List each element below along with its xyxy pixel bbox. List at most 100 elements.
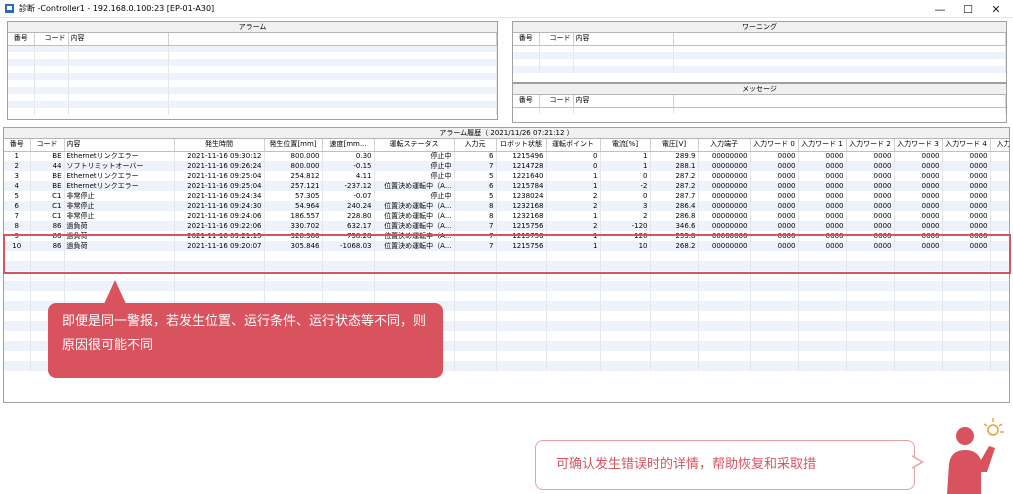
history-empty-cell bbox=[650, 331, 699, 341]
alarm-col-code[interactable]: コード bbox=[34, 33, 69, 46]
history-cell: 257.121 bbox=[264, 181, 323, 191]
message-col-content[interactable]: 内容 bbox=[573, 95, 674, 108]
history-cell: 254.812 bbox=[264, 171, 323, 181]
history-col-15[interactable]: 入力ワード 2 bbox=[846, 139, 895, 152]
message-table[interactable]: 番号 コード 内容 bbox=[513, 95, 1006, 114]
history-cell: 0000 bbox=[846, 181, 895, 191]
history-empty-cell bbox=[454, 351, 497, 361]
history-cell: 286.4 bbox=[650, 201, 699, 211]
history-cell: 186.557 bbox=[264, 211, 323, 221]
history-empty-cell bbox=[546, 351, 601, 361]
history-cell: 287.2 bbox=[650, 181, 699, 191]
history-col-18[interactable]: 入力ワー bbox=[990, 139, 1009, 152]
history-col-13[interactable]: 入力ワード 0 bbox=[750, 139, 799, 152]
minimize-button[interactable]: — bbox=[926, 0, 954, 18]
history-empty-row bbox=[4, 291, 1009, 301]
history-empty-cell bbox=[546, 291, 601, 301]
history-empty-cell bbox=[698, 321, 751, 331]
history-cell: 2021-11-16 09:22:06 bbox=[174, 221, 265, 231]
history-col-11[interactable]: 電圧[V] bbox=[650, 139, 699, 152]
alarm-panel-title: アラーム bbox=[8, 22, 497, 33]
history-empty-cell bbox=[600, 321, 651, 331]
history-col-3[interactable]: 発生時間 bbox=[174, 139, 265, 152]
history-col-5[interactable]: 速度[mm... bbox=[322, 139, 375, 152]
history-cell: 00000000 bbox=[698, 201, 751, 211]
history-col-1[interactable]: コード bbox=[30, 139, 65, 152]
history-row[interactable]: 1 BE Ethernetリンクエラー 2021-11-16 09:30:12 800.… bbox=[4, 151, 1009, 161]
history-cell: 0 bbox=[546, 161, 601, 171]
history-empty-cell bbox=[496, 301, 547, 311]
history-cell: 0000 bbox=[750, 161, 799, 171]
history-row[interactable]: 7 C1 非常停止 2021-11-16 09:24:06 186.557 228.80 位… bbox=[4, 211, 1009, 221]
history-empty-cell bbox=[846, 351, 895, 361]
history-cell: 1 bbox=[546, 211, 601, 221]
history-cell: Ethernetリンクエラー bbox=[64, 181, 175, 191]
history-cell: ソフトリミットオーバー bbox=[64, 161, 175, 171]
history-cell: 0000 bbox=[942, 211, 991, 221]
history-col-8[interactable]: ロボット状態 bbox=[496, 139, 547, 152]
warning-col-number[interactable]: 番号 bbox=[513, 33, 540, 46]
history-col-16[interactable]: 入力ワード 3 bbox=[894, 139, 943, 152]
history-empty-cell bbox=[750, 281, 799, 291]
close-button[interactable]: ✕ bbox=[982, 0, 1010, 18]
history-cell: 0000 bbox=[942, 221, 991, 231]
history-empty-cell bbox=[264, 281, 323, 291]
history-empty-cell bbox=[174, 281, 265, 291]
warning-col-code[interactable]: コード bbox=[539, 33, 574, 46]
history-col-17[interactable]: 入力ワード 4 bbox=[942, 139, 991, 152]
history-row[interactable]: 3 BE Ethernetリンクエラー 2021-11-16 09:25:04 254.… bbox=[4, 171, 1009, 181]
history-col-2[interactable]: 内容 bbox=[64, 139, 175, 152]
history-empty-cell bbox=[846, 301, 895, 311]
history-row[interactable]: 4 BE Ethernetリンクエラー 2021-11-16 09:25:04 257.… bbox=[4, 181, 1009, 191]
callout-pointer bbox=[104, 280, 126, 304]
warning-col-content[interactable]: 内容 bbox=[573, 33, 674, 46]
message-col-code[interactable]: コード bbox=[539, 95, 574, 108]
history-empty-cell bbox=[846, 311, 895, 321]
history-col-6[interactable]: 運転ステータス bbox=[374, 139, 455, 152]
history-empty-cell bbox=[990, 311, 1009, 321]
history-cell: Ethernetリンクエラー bbox=[64, 171, 175, 181]
history-cell: 4.11 bbox=[322, 171, 375, 181]
history-cell: 停止中 bbox=[374, 161, 455, 171]
warning-table[interactable]: 番号 コード 内容 bbox=[513, 33, 1006, 73]
history-empty-cell bbox=[264, 291, 323, 301]
history-cell: 0000 bbox=[798, 151, 847, 161]
history-cell: 0000 bbox=[846, 151, 895, 161]
history-cell: 0000 bbox=[798, 181, 847, 191]
history-empty-cell bbox=[4, 291, 31, 301]
history-empty-cell bbox=[894, 301, 943, 311]
history-cell: 停止中 bbox=[374, 171, 455, 181]
alarm-col-spacer bbox=[168, 33, 497, 46]
note-box: 可确认发生错误时的详情，帮助恢复和采取措 bbox=[535, 440, 915, 490]
maximize-button[interactable]: ☐ bbox=[954, 0, 982, 18]
history-cell: 330.702 bbox=[264, 221, 323, 231]
history-cell: 0000 bbox=[846, 211, 895, 221]
history-col-0[interactable]: 番号 bbox=[4, 139, 31, 152]
history-cell: 2 bbox=[546, 191, 601, 201]
history-cell: 4 bbox=[4, 181, 31, 191]
history-cell: C1 bbox=[30, 191, 65, 201]
history-empty-cell bbox=[650, 351, 699, 361]
alarm-col-number[interactable]: 番号 bbox=[8, 33, 35, 46]
history-col-9[interactable]: 運転ポイント bbox=[546, 139, 601, 152]
history-col-12[interactable]: 入力端子 bbox=[698, 139, 751, 152]
history-col-14[interactable]: 入力ワード 1 bbox=[798, 139, 847, 152]
history-cell: 6 bbox=[454, 181, 497, 191]
history-cell: 00000000 bbox=[698, 171, 751, 181]
message-col-number[interactable]: 番号 bbox=[513, 95, 540, 108]
history-row[interactable]: 6 C1 非常停止 2021-11-16 09:24:30 54.964 240.24 位置… bbox=[4, 201, 1009, 211]
history-empty-cell bbox=[798, 281, 847, 291]
alarm-table[interactable]: 番号 コード 内容 bbox=[8, 33, 497, 115]
history-row[interactable]: 8 86 過負荷 2021-11-16 09:22:06 330.702 632.17 位置… bbox=[4, 221, 1009, 231]
alarm-col-content[interactable]: 内容 bbox=[68, 33, 169, 46]
history-cell: 228.80 bbox=[322, 211, 375, 221]
history-cell: 非常停止 bbox=[64, 191, 175, 201]
history-row[interactable]: 5 C1 非常停止 2021-11-16 09:24:34 57.305 -0.07 停止中… bbox=[4, 191, 1009, 201]
history-empty-cell bbox=[798, 321, 847, 331]
history-col-4[interactable]: 発生位置[mm] bbox=[264, 139, 323, 152]
history-empty-cell bbox=[846, 331, 895, 341]
history-col-10[interactable]: 電流[%] bbox=[600, 139, 651, 152]
history-row[interactable]: 2 44 ソフトリミットオーバー 2021-11-16 09:26:24 800.000… bbox=[4, 161, 1009, 171]
history-col-7[interactable]: 入力元 bbox=[454, 139, 497, 152]
history-cell: -0.15 bbox=[322, 161, 375, 171]
